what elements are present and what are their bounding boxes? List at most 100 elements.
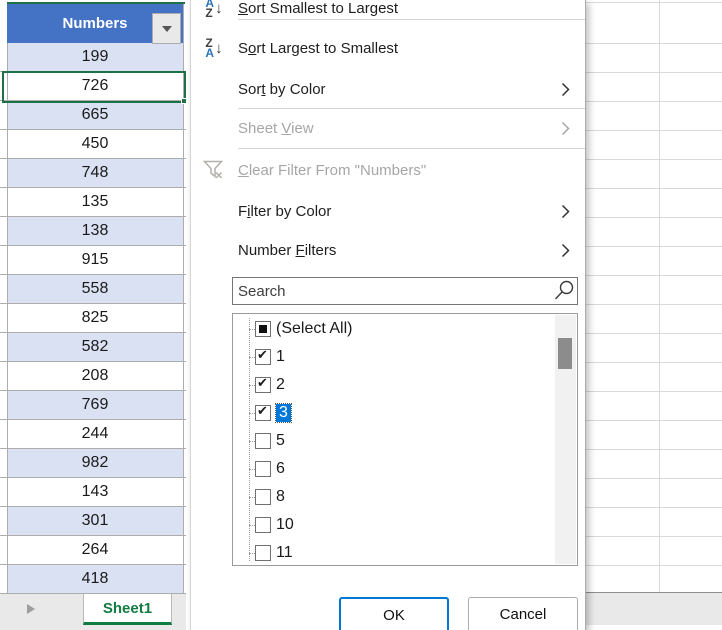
menu-item-label: Sheet View [238, 119, 314, 137]
grid-horizontal-line [586, 275, 722, 276]
active-cell[interactable]: 726 [7, 72, 183, 100]
scrollbar-thumb[interactable] [558, 338, 572, 369]
cell-value[interactable]: 301 [7, 507, 183, 535]
menu-item-label: Sort Smallest to Largest [238, 0, 399, 17]
sort-za-icon: Z A ↓ [205, 36, 223, 60]
cell-value[interactable]: 982 [7, 449, 183, 477]
filter-value-label: 10 [276, 516, 294, 533]
table-rows: 199 726 665 450 748 135 138 915 558 825 582 208 769 2… [0, 43, 186, 594]
cell-value[interactable]: 582 [7, 333, 183, 361]
grid-horizontal-line [586, 507, 722, 508]
table-row: 264 [0, 536, 186, 565]
table-row: 135 [0, 188, 186, 217]
menu-item-sheet-view: Sheet View [191, 113, 585, 143]
filter-dropdown-button[interactable] [152, 13, 181, 44]
grid-vertical-line [659, 0, 660, 592]
filter-value-checkbox[interactable] [255, 461, 271, 477]
table-row: 138 [0, 217, 186, 246]
cancel-button[interactable]: Cancel [468, 597, 578, 630]
grid-horizontal-line [586, 2, 722, 3]
cell-value[interactable]: 199 [7, 43, 183, 71]
filter-value-checkbox[interactable] [255, 517, 271, 533]
filter-value-checkbox[interactable] [255, 321, 271, 337]
table-row: 726 [0, 72, 186, 101]
filter-value-item[interactable]: 5 [233, 427, 555, 455]
grid-horizontal-line [586, 565, 722, 566]
filter-value-label: 8 [276, 488, 285, 505]
cell-value[interactable]: 825 [7, 304, 183, 332]
scrollbar-track[interactable] [555, 315, 576, 564]
grid-horizontal-line [586, 304, 722, 305]
grid-horizontal-line [586, 420, 722, 421]
menu-item-sort-by-color[interactable]: Sort by Color [191, 74, 585, 104]
column-header-label: Numbers [62, 15, 128, 32]
cell-value[interactable]: 748 [7, 159, 183, 187]
filter-value-item[interactable]: 8 [233, 483, 555, 511]
menu-item-label: Sort by Color [238, 80, 326, 98]
menu-item-sort-largest-to-smallest[interactable]: Z A ↓ Sort Largest to Smallest [191, 33, 585, 63]
sheet-tab[interactable]: Sheet1 [83, 594, 172, 625]
filter-value-label: 11 [276, 544, 293, 561]
filter-value-label: (Select All) [276, 320, 353, 337]
menu-separator [238, 148, 585, 149]
cell-value[interactable]: 138 [7, 217, 183, 245]
filter-value-item[interactable]: 6 [233, 455, 555, 483]
filter-value-checkbox[interactable] [255, 433, 271, 449]
autofilter-menu: A Z ↓ Sort Smallest to Largest Z A ↓ Sort Large… [190, 0, 586, 630]
filter-value-item[interactable]: ✔ 1 [233, 343, 555, 371]
ok-button[interactable]: OK [339, 597, 449, 630]
sheet-nav-arrow-icon[interactable] [27, 604, 35, 614]
cell-value[interactable]: 244 [7, 420, 183, 448]
table-row: 982 [0, 449, 186, 478]
spreadsheet-left-column: 199 726 665 450 748 135 138 915 558 825 582 208 769 2… [0, 0, 187, 630]
cell-value[interactable]: 665 [7, 101, 183, 129]
filter-value-checkbox[interactable]: ✔ [255, 375, 271, 393]
table-row: 825 [0, 304, 186, 333]
filter-value-checkbox[interactable] [255, 489, 271, 505]
table-row: 244 [0, 420, 186, 449]
table-row: 143 [0, 478, 186, 507]
sheet-tab-bar: Sheet1 [0, 594, 186, 630]
filter-value-checkbox[interactable]: ✔ [255, 347, 271, 365]
spreadsheet-right-area[interactable] [586, 0, 722, 630]
filter-value-checkbox[interactable] [255, 545, 271, 561]
menu-item-sort-smallest-to-largest[interactable]: A Z ↓ Sort Smallest to Largest [191, 0, 585, 20]
cell-value[interactable]: 264 [7, 536, 183, 564]
cell-value[interactable]: 143 [7, 478, 183, 506]
search-icon [554, 280, 574, 300]
filter-value-item[interactable]: ✔ 3 [233, 399, 555, 427]
column-left-gridline [7, 4, 8, 594]
grid-horizontal-line [586, 188, 722, 189]
cell-value[interactable]: 915 [7, 246, 183, 274]
bottom-bar-right [586, 593, 722, 625]
filter-value-list: (Select All) ✔ 1 ✔ 2 ✔ 3 5 6 8 10 11 [232, 313, 578, 566]
cell-value[interactable]: 450 [7, 130, 183, 158]
grid-horizontal-line [586, 43, 722, 44]
table-row: 665 [0, 101, 186, 130]
filter-value-checkbox[interactable]: ✔ [255, 403, 271, 421]
menu-item-label: Sort Largest to Smallest [238, 39, 399, 57]
cell-value[interactable]: 135 [7, 188, 183, 216]
menu-item-label: Number Filters [238, 241, 337, 259]
cell-value[interactable]: 769 [7, 391, 183, 419]
menu-item-label: Filter by Color [238, 202, 332, 220]
menu-item-clear-filter: Clear Filter From "Numbers" [191, 155, 585, 185]
menu-item-filter-by-color[interactable]: Filter by Color [191, 196, 585, 226]
grid-horizontal-line [586, 217, 722, 218]
cell-value[interactable]: 208 [7, 362, 183, 390]
filter-value-item[interactable]: (Select All) [233, 315, 555, 343]
table-row: 450 [0, 130, 186, 159]
table-row: 769 [0, 391, 186, 420]
filter-value-label: 1 [276, 348, 285, 365]
cell-value[interactable]: 558 [7, 275, 183, 303]
cell-value[interactable]: 418 [7, 565, 183, 593]
filter-value-item[interactable]: 11 [233, 539, 555, 567]
column-right-gridline [183, 4, 184, 594]
search-input[interactable] [232, 277, 578, 305]
filter-value-item[interactable]: 10 [233, 511, 555, 539]
filter-value-item[interactable]: ✔ 2 [233, 371, 555, 399]
grid-horizontal-line [586, 449, 722, 450]
clear-filter-icon [202, 160, 224, 179]
menu-item-number-filters[interactable]: Number Filters [191, 235, 585, 265]
filter-value-label: 2 [276, 376, 285, 393]
